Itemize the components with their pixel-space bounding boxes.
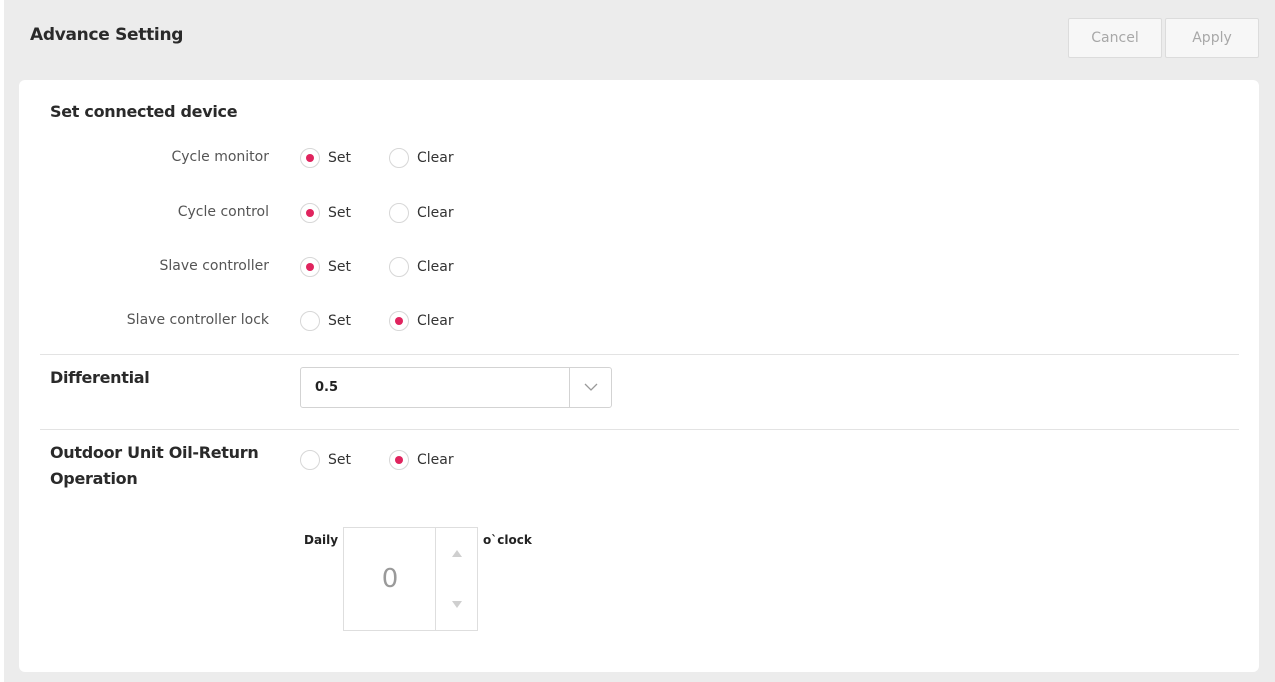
radio-cycle-monitor-clear[interactable]: Clear bbox=[389, 148, 454, 168]
select-value: 0.5 bbox=[315, 380, 339, 395]
differential-select[interactable]: 0.5 bbox=[300, 367, 612, 408]
radio-slave-controller-set[interactable]: Set bbox=[300, 257, 351, 277]
radio-slave-controller-lock-set[interactable]: Set bbox=[300, 311, 351, 331]
radio-circle bbox=[389, 311, 409, 331]
cancel-button[interactable]: Cancel bbox=[1068, 18, 1162, 58]
hour-stepper[interactable]: 0 bbox=[343, 527, 478, 631]
radio-label: Clear bbox=[417, 452, 454, 468]
hour-value[interactable]: 0 bbox=[344, 528, 436, 630]
oclock-label: o`clock bbox=[483, 533, 532, 547]
divider bbox=[40, 354, 1239, 355]
row-label-slave-controller: Slave controller bbox=[159, 258, 270, 274]
radio-cycle-control-set[interactable]: Set bbox=[300, 203, 351, 223]
radio-cycle-control-clear[interactable]: Clear bbox=[389, 203, 454, 223]
radio-circle bbox=[300, 450, 320, 470]
settings-card: Set connected device Cycle monitor Set C… bbox=[19, 80, 1259, 672]
radio-label: Clear bbox=[417, 150, 454, 166]
radio-label: Set bbox=[328, 205, 351, 221]
radio-label: Set bbox=[328, 259, 351, 275]
section-title-connected-device: Set connected device bbox=[50, 102, 238, 121]
chevron-down-icon[interactable] bbox=[569, 368, 611, 407]
radio-label: Set bbox=[328, 452, 351, 468]
radio-label: Clear bbox=[417, 259, 454, 275]
radio-circle bbox=[389, 450, 409, 470]
radio-cycle-monitor-set[interactable]: Set bbox=[300, 148, 351, 168]
radio-circle bbox=[300, 311, 320, 331]
stepper-arrows bbox=[435, 528, 477, 630]
radio-circle bbox=[389, 257, 409, 277]
radio-circle bbox=[300, 257, 320, 277]
radio-label: Clear bbox=[417, 313, 454, 329]
radio-circle bbox=[300, 203, 320, 223]
section-title-oil-return: Outdoor Unit Oil-Return Operation bbox=[50, 440, 259, 492]
row-label-cycle-control: Cycle control bbox=[177, 204, 269, 220]
radio-circle bbox=[300, 148, 320, 168]
section-title-differential: Differential bbox=[50, 368, 150, 387]
triangle-down-icon[interactable] bbox=[436, 579, 477, 630]
page-title: Advance Setting bbox=[30, 25, 184, 45]
apply-button[interactable]: Apply bbox=[1165, 18, 1259, 58]
row-label-slave-controller-lock: Slave controller lock bbox=[126, 312, 269, 328]
divider bbox=[40, 429, 1239, 430]
row-label-cycle-monitor: Cycle monitor bbox=[171, 149, 270, 165]
radio-label: Clear bbox=[417, 205, 454, 221]
radio-circle bbox=[389, 148, 409, 168]
radio-slave-controller-lock-clear[interactable]: Clear bbox=[389, 311, 454, 331]
daily-label: Daily bbox=[304, 533, 339, 547]
section-title-line: Outdoor Unit Oil-Return bbox=[50, 443, 259, 462]
section-title-line: Operation bbox=[50, 469, 138, 488]
triangle-up-icon[interactable] bbox=[436, 528, 477, 579]
radio-oil-return-set[interactable]: Set bbox=[300, 450, 351, 470]
radio-circle bbox=[389, 203, 409, 223]
advance-setting-panel: Advance Setting Cancel Apply Set connect… bbox=[4, 0, 1275, 682]
radio-slave-controller-clear[interactable]: Clear bbox=[389, 257, 454, 277]
radio-oil-return-clear[interactable]: Clear bbox=[389, 450, 454, 470]
radio-label: Set bbox=[328, 313, 351, 329]
radio-label: Set bbox=[328, 150, 351, 166]
